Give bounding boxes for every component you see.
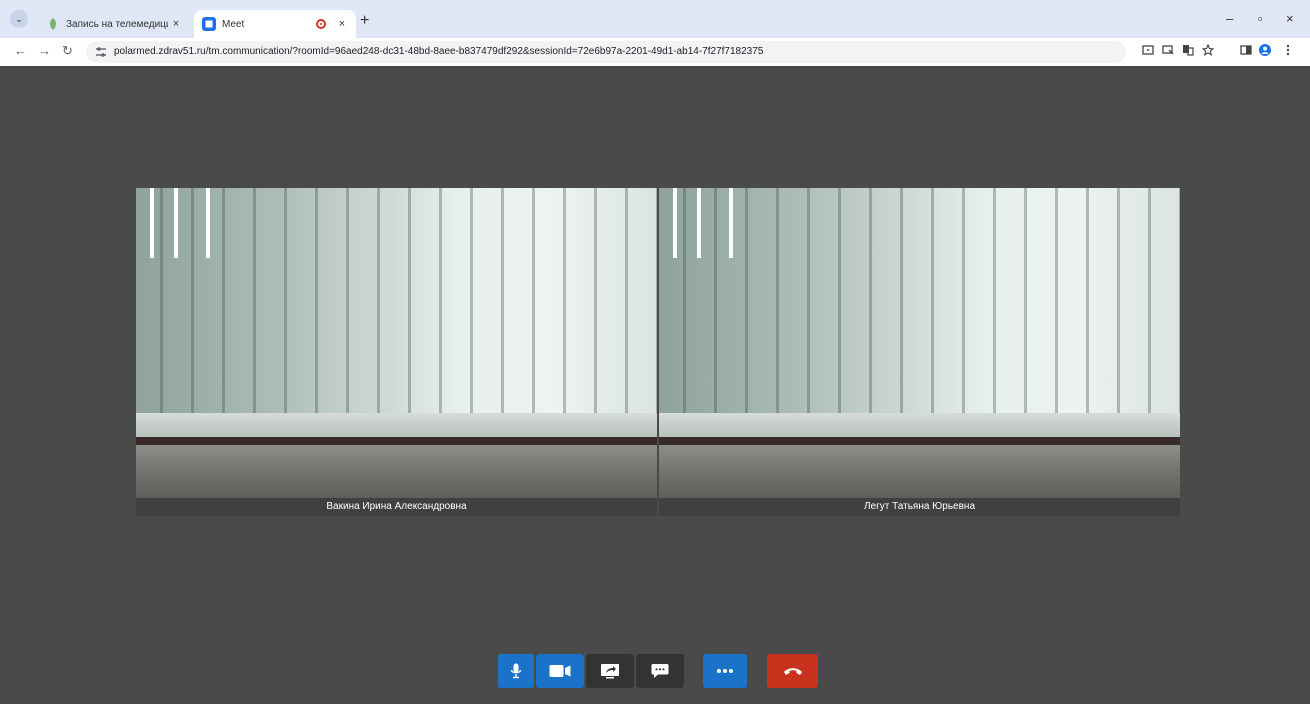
camera-button[interactable] — [536, 654, 584, 688]
cast-icon[interactable] — [1142, 44, 1154, 56]
tab-title: Запись на телемедицинскую — [66, 18, 168, 30]
video-feed — [136, 445, 657, 498]
menu-icon[interactable] — [1282, 44, 1294, 56]
microphone-button[interactable] — [498, 654, 534, 688]
browser-tab-strip: ⌄ Запись на телемедицинскую × Meet × + –… — [0, 0, 1310, 38]
recording-icon — [316, 19, 326, 29]
tab-telemedicine[interactable]: Запись на телемедицинскую × — [38, 10, 190, 38]
video-feed — [659, 445, 1180, 498]
translate-icon[interactable] — [1182, 44, 1194, 56]
video-feed — [659, 413, 1180, 437]
browser-toolbar: ← → ↻ polarmed.zdrav51.ru/tm.communicati… — [0, 38, 1310, 66]
hang-up-button[interactable] — [767, 654, 818, 688]
video-feed — [136, 437, 657, 445]
participant-video-tile[interactable]: Легут Татьяна Юрьевна — [659, 188, 1180, 516]
close-window-button[interactable]: × — [1286, 11, 1294, 26]
tab-close-button[interactable]: × — [334, 18, 350, 30]
tab-meet[interactable]: Meet × — [194, 10, 356, 38]
more-options-button[interactable] — [703, 654, 747, 688]
url-text: polarmed.zdrav51.ru/tm.communication/?ro… — [114, 46, 764, 57]
back-button[interactable]: ← — [14, 43, 27, 58]
camera-icon — [549, 665, 571, 677]
video-feed — [659, 437, 1180, 445]
hang-up-icon — [783, 668, 802, 675]
forward-button[interactable]: → — [38, 43, 51, 58]
address-bar[interactable]: polarmed.zdrav51.ru/tm.communication/?ro… — [86, 41, 1126, 63]
video-feed — [136, 413, 657, 437]
tab-close-button[interactable]: × — [168, 18, 184, 30]
video-highlight — [174, 188, 178, 258]
video-highlight — [729, 188, 733, 258]
restore-button[interactable]: ▫ — [1258, 11, 1263, 26]
participant-name: Вакина Ирина Александровна — [136, 498, 657, 516]
video-feed — [136, 188, 657, 413]
leaf-icon — [50, 18, 56, 30]
video-highlight — [697, 188, 701, 258]
share-screen-button[interactable] — [586, 654, 634, 688]
chat-icon — [651, 664, 669, 678]
participant-video-tile[interactable]: Вакина Ирина Александровна — [136, 188, 657, 516]
video-highlight — [150, 188, 154, 258]
chat-button[interactable] — [636, 654, 684, 688]
screen-share-icon[interactable] — [1162, 44, 1174, 56]
site-settings-icon[interactable] — [95, 46, 107, 58]
share-screen-icon — [601, 664, 619, 679]
participant-name: Легут Татьяна Юрьевна — [659, 498, 1180, 516]
microphone-icon — [510, 663, 522, 679]
tab-search-button[interactable]: ⌄ — [10, 10, 28, 28]
tab-title: Meet — [222, 18, 245, 30]
video-feed — [659, 188, 1180, 413]
video-highlight — [206, 188, 210, 258]
meet-icon — [202, 17, 216, 31]
more-icon — [717, 669, 733, 673]
new-tab-button[interactable]: + — [360, 12, 369, 30]
side-panel-icon[interactable] — [1240, 44, 1252, 56]
video-highlight — [673, 188, 677, 258]
reload-button[interactable]: ↻ — [62, 43, 73, 59]
star-icon[interactable] — [1202, 44, 1214, 56]
profile-icon[interactable] — [1259, 44, 1271, 56]
minimize-button[interactable]: – — [1226, 11, 1233, 26]
